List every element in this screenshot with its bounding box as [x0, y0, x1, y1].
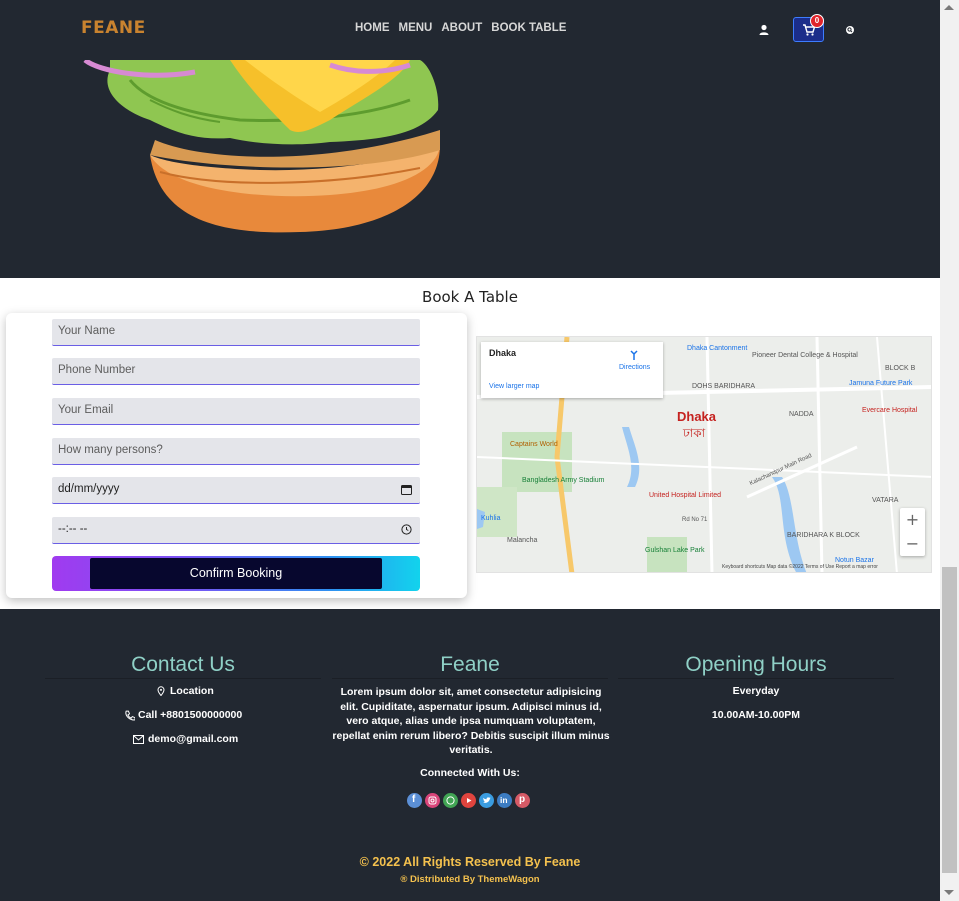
email-input[interactable]: Your Email	[52, 398, 420, 425]
map-zoom-controls: + −	[900, 508, 925, 556]
map-label-rd71: Rd No 71	[682, 517, 708, 523]
map-label-baridhara-k: BARIDHARA K BLOCK	[787, 532, 860, 539]
map-label-block-b: BLOCK B	[885, 365, 916, 372]
contact-phone-link[interactable]: Call +8801500000000	[138, 709, 242, 721]
contact-email-link[interactable]: demo@gmail.com	[148, 733, 238, 745]
about-divider	[332, 678, 608, 679]
clock-icon[interactable]	[401, 524, 412, 535]
map-larger-link[interactable]: View larger map	[489, 383, 539, 390]
hours-divider	[618, 678, 894, 679]
directions-icon[interactable]	[629, 350, 639, 360]
map-label-notun-bazar: Notun Bazar	[835, 557, 874, 564]
map-label-pioneer: Pioneer Dental College & Hospital	[752, 352, 858, 359]
hours-title: Opening Hours	[685, 653, 827, 676]
map-label-jamuna: Jamuna Future Park	[849, 380, 913, 387]
about-description: Lorem ipsum dolor sit, amet consectetur …	[332, 686, 610, 756]
nav-about[interactable]: ABOUT	[441, 22, 482, 34]
time-value: --:-- --	[58, 523, 88, 535]
copyright-text: © 2022 All Rights Reserved By Feane	[359, 855, 581, 869]
twitter-glyph	[483, 797, 491, 803]
map-place-card: Dhaka Directions View larger map	[481, 342, 663, 398]
map-label-kuhlia: Kuhlia	[481, 515, 501, 522]
contact-title: Contact Us	[131, 653, 235, 676]
map-city-en: Dhaka	[677, 409, 717, 424]
scroll-up-arrow[interactable]	[944, 5, 954, 10]
map-label-gulshan: Gulshan Lake Park	[645, 547, 705, 554]
brand-logo[interactable]: FEANE	[81, 18, 146, 38]
book-table-heading: Book A Table	[422, 288, 518, 306]
contact-location-link[interactable]: Location	[170, 685, 214, 697]
map-label-vatara: VATARA	[872, 497, 899, 504]
whatsapp-glyph	[446, 796, 455, 805]
map-label-captains: Captains World	[510, 441, 558, 448]
map-label-nadda: NADDA	[789, 411, 814, 418]
main-nav: HOME MENU ABOUT BOOK TABLE	[355, 22, 566, 34]
date-input[interactable]: dd/mm/yyyy	[52, 477, 420, 504]
search-icon[interactable]	[843, 23, 857, 37]
map-label-cantonment: Dhaka Cantonment	[687, 345, 748, 352]
youtube-glyph	[467, 798, 472, 803]
about-title: Feane	[440, 653, 500, 676]
zoom-in-button[interactable]: +	[900, 508, 925, 532]
user-icon[interactable]	[757, 23, 771, 37]
map-place-name: Dhaka	[489, 348, 517, 358]
facebook-icon[interactable]: f	[407, 793, 422, 808]
distributed-by-link[interactable]: ® Distributed By ThemeWagon	[0, 874, 940, 885]
nav-menu[interactable]: MENU	[399, 22, 433, 34]
zoom-out-button[interactable]: −	[900, 532, 925, 556]
map-attribution[interactable]: Keyboard shortcuts Map data ©2022 Terms …	[722, 564, 878, 570]
hours-days: Everyday	[732, 685, 780, 697]
phone-icon	[125, 710, 135, 721]
date-value: dd/mm/yyyy	[58, 483, 120, 495]
phone-input[interactable]: Phone Number	[52, 358, 420, 385]
persons-input[interactable]: How many persons?	[52, 438, 420, 465]
map-directions-link[interactable]: Directions	[619, 364, 650, 371]
nav-home[interactable]: HOME	[355, 22, 390, 34]
scroll-down-arrow[interactable]	[944, 890, 954, 895]
connected-label: Connected With Us:	[420, 767, 520, 779]
calendar-icon[interactable]	[401, 484, 412, 495]
hero-section	[0, 60, 940, 278]
contact-divider	[45, 678, 321, 679]
persons-placeholder: How many persons?	[58, 444, 163, 456]
instagram-icon[interactable]	[425, 793, 440, 808]
confirm-booking-button[interactable]: Confirm Booking	[90, 558, 382, 589]
name-input[interactable]: Your Name	[52, 319, 420, 346]
time-input[interactable]: --:-- --	[52, 517, 420, 544]
twitter-icon[interactable]	[479, 793, 494, 808]
phone-placeholder: Phone Number	[58, 364, 136, 376]
hours-time: 10.00AM-10.00PM	[711, 709, 801, 721]
map-label-dohs: DOHS BARIDHARA	[692, 383, 756, 390]
site-header: FEANE HOME MENU ABOUT BOOK TABLE 0	[0, 0, 940, 60]
email-placeholder: Your Email	[58, 404, 114, 416]
linkedin-icon[interactable]: in	[497, 793, 512, 808]
youtube-icon[interactable]	[461, 793, 476, 808]
email-icon	[133, 735, 144, 744]
whatsapp-icon[interactable]	[443, 793, 458, 808]
name-placeholder: Your Name	[58, 325, 116, 337]
pinterest-icon[interactable]: p	[515, 793, 530, 808]
location-icon	[157, 686, 165, 696]
cart-count-badge: 0	[810, 14, 824, 28]
map-label-stadium: Bangladesh Army Stadium	[522, 477, 605, 484]
scrollbar-thumb[interactable]	[942, 567, 957, 873]
map-label-united: United Hospital Limited	[649, 492, 721, 499]
map-city-bn: ঢাকা	[683, 426, 706, 440]
burger-image	[83, 60, 440, 233]
instagram-glyph	[428, 796, 437, 805]
map-label-evercare: Evercare Hospital	[862, 407, 918, 414]
map-label-malancha: Malancha	[507, 537, 538, 544]
nav-book-table[interactable]: BOOK TABLE	[491, 22, 566, 34]
